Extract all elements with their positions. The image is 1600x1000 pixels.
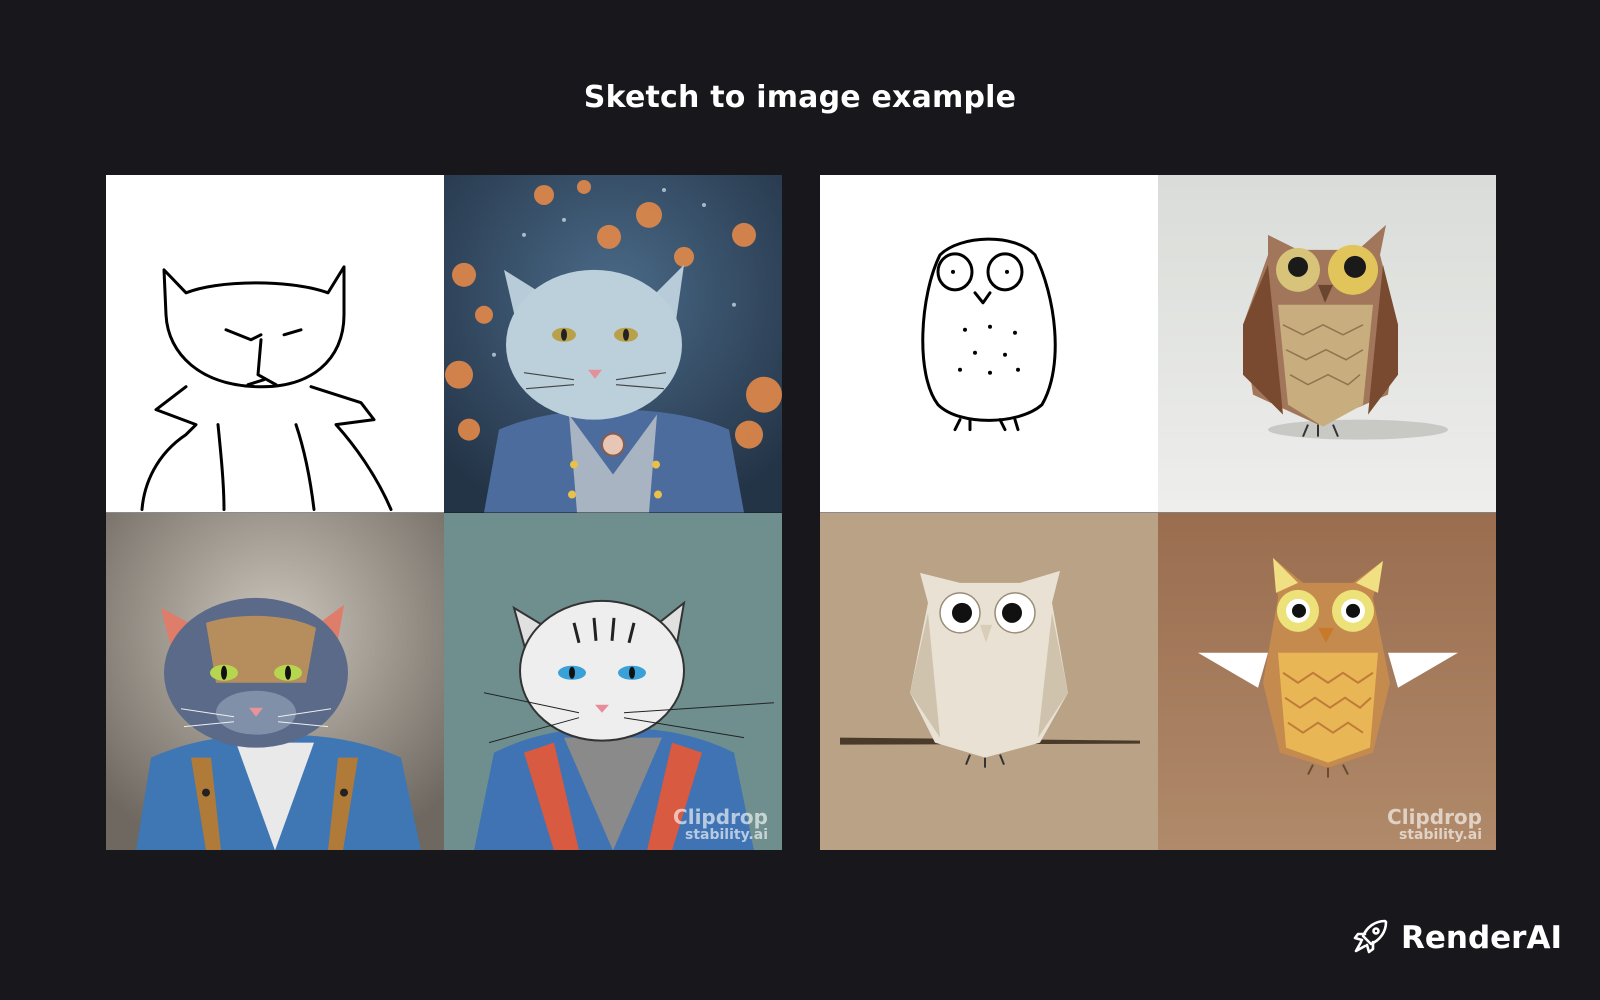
clipdrop-watermark: Clipdrop stability.ai bbox=[1387, 807, 1482, 842]
cat-jacket-illustration-teal-image: Clipdrop stability.ai bbox=[444, 512, 782, 850]
cat-sketch-image bbox=[106, 175, 444, 513]
rocket-icon bbox=[1351, 916, 1391, 960]
watermark-brand: Clipdrop bbox=[1387, 805, 1482, 829]
origami-owl-white-image bbox=[820, 512, 1158, 850]
clipdrop-watermark: Clipdrop stability.ai bbox=[673, 807, 768, 842]
watermark-sub: stability.ai bbox=[1399, 827, 1482, 843]
owl-sketch-image bbox=[820, 175, 1158, 513]
owl-example-grid: Clipdrop stability.ai bbox=[820, 175, 1496, 850]
watermark-sub: stability.ai bbox=[685, 827, 768, 843]
cat-jacket-painting-watercolor-image bbox=[106, 512, 444, 850]
cat-jacket-painting-starry-image bbox=[444, 175, 782, 513]
origami-owl-brown-image bbox=[1158, 175, 1496, 513]
watermark-brand: Clipdrop bbox=[673, 805, 768, 829]
brand-name: RenderAI bbox=[1401, 920, 1562, 956]
origami-owl-yellow-image: Clipdrop stability.ai bbox=[1158, 512, 1496, 850]
page-title: Sketch to image example bbox=[583, 80, 1017, 115]
renderai-brand: RenderAI bbox=[1351, 916, 1562, 960]
cat-example-grid: Clipdrop stability.ai bbox=[106, 175, 782, 850]
